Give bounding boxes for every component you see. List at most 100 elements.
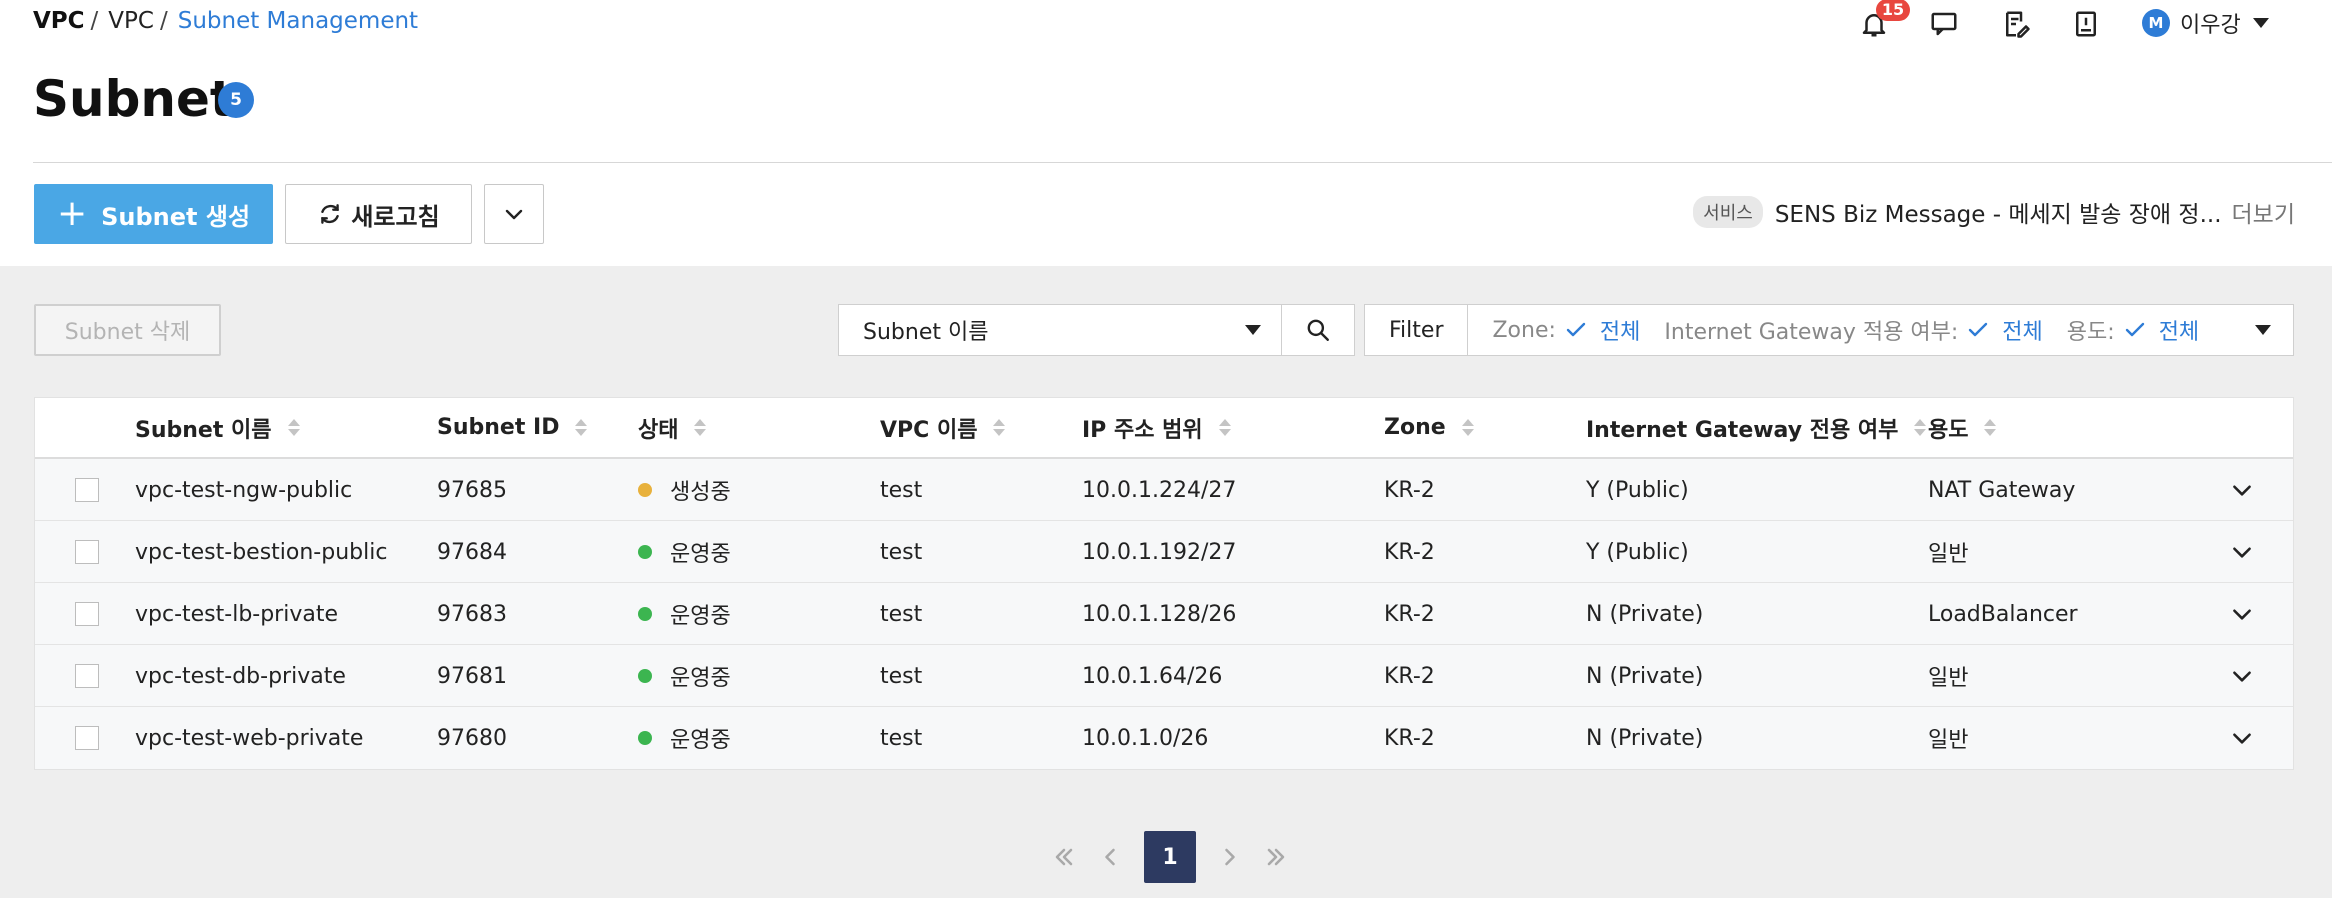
breadcrumb-vpc[interactable]: VPC — [108, 8, 154, 34]
search-field-value: Subnet 이름 — [863, 320, 989, 345]
chevron-down-icon — [2233, 485, 2251, 496]
subnet-count-badge: 5 — [218, 82, 254, 118]
filter-label[interactable]: Filter — [1365, 305, 1469, 355]
row-checkbox[interactable] — [75, 664, 99, 688]
cell-internet-gateway: Y (Public) — [1586, 539, 1689, 565]
cell-usage: 일반 — [1928, 728, 1969, 753]
column-header-subnet-id[interactable]: Subnet ID — [437, 398, 588, 457]
breadcrumb: VPC / VPC / Subnet Management — [33, 8, 418, 34]
table-row[interactable]: vpc-test-db-private 97681 운영중 test 10.0.… — [35, 645, 2293, 707]
expand-row-button[interactable] — [2212, 707, 2272, 769]
status-dot — [638, 731, 652, 745]
status-dot — [638, 669, 652, 683]
prev-page-icon[interactable] — [1090, 837, 1130, 877]
notice-text[interactable]: SENS Biz Message - 메세지 발송 장애 정... — [1775, 195, 2222, 229]
filter-value: 전체 — [1599, 320, 1641, 345]
column-header-subnet-name[interactable]: Subnet 이름 — [135, 398, 300, 457]
column-label: Internet Gateway 전용 여부 — [1586, 417, 1899, 443]
refresh-button[interactable]: 새로고침 — [285, 184, 472, 244]
cell-status: 운영중 — [638, 521, 731, 583]
column-header-ip-range[interactable]: IP 주소 범위 — [1082, 398, 1231, 457]
chevron-down-icon — [2233, 547, 2251, 558]
table-header: Subnet 이름 Subnet ID 상태 VPC 이름 IP 주소 범위 Z… — [35, 398, 2293, 459]
filter-value: 전체 — [2158, 320, 2200, 345]
sort-icon[interactable] — [993, 419, 1006, 436]
chat-icon[interactable] — [1926, 6, 1962, 42]
notification-count-badge: 15 — [1876, 0, 1910, 21]
cell-status: 운영중 — [638, 583, 731, 645]
cell-zone: KR-2 — [1384, 601, 1435, 627]
more-actions-dropdown[interactable] — [484, 184, 544, 244]
breadcrumb-root[interactable]: VPC — [33, 8, 85, 34]
create-subnet-button[interactable]: + Subnet 생성 — [34, 184, 273, 244]
pagination: 1 — [1044, 831, 1296, 883]
caret-down-icon — [1245, 325, 1261, 335]
sort-icon[interactable] — [1461, 419, 1474, 436]
status-label: 운영중 — [670, 666, 731, 691]
chevron-down-icon — [505, 209, 523, 220]
filter-bar[interactable]: Filter Zone: 전체 Internet Gateway 적용 여부: … — [1364, 304, 2294, 356]
search-field-select[interactable]: Subnet 이름 — [838, 304, 1282, 356]
sort-icon[interactable] — [1914, 419, 1927, 436]
status-label: 생성중 — [670, 480, 731, 505]
column-header-vpc-name[interactable]: VPC 이름 — [880, 398, 1006, 457]
table-row[interactable]: vpc-test-ngw-public 97685 생성중 test 10.0.… — [35, 459, 2293, 521]
sort-icon[interactable] — [575, 419, 588, 436]
row-checkbox[interactable] — [75, 726, 99, 750]
book-icon[interactable] — [2068, 6, 2104, 42]
breadcrumb-separator: / — [90, 8, 99, 34]
filter-key: 용도: — [2066, 320, 2115, 345]
caret-down-icon[interactable] — [2255, 325, 2271, 335]
sort-icon[interactable] — [1984, 419, 1997, 436]
cell-subnet-id: 97681 — [437, 663, 507, 689]
table-row[interactable]: vpc-test-lb-private 97683 운영중 test 10.0.… — [35, 583, 2293, 645]
row-checkbox[interactable] — [75, 540, 99, 564]
column-label: Subnet 이름 — [135, 417, 272, 443]
sort-icon[interactable] — [694, 419, 707, 436]
breadcrumb-current: Subnet Management — [177, 8, 419, 34]
check-icon — [2125, 322, 2144, 337]
refresh-label: 새로고침 — [351, 202, 440, 231]
cell-vpc-name: test — [880, 725, 923, 751]
expand-row-button[interactable] — [2212, 583, 2272, 645]
user-name: 이우강 — [2180, 13, 2241, 38]
expand-row-button[interactable] — [2212, 645, 2272, 707]
filter-zone[interactable]: Zone: 전체 — [1492, 314, 1640, 346]
page-current[interactable]: 1 — [1144, 831, 1196, 883]
delete-subnet-button[interactable]: Subnet 삭제 — [34, 304, 221, 356]
notice-more-link[interactable]: 더보기 — [2232, 195, 2295, 229]
column-header-status[interactable]: 상태 — [638, 398, 707, 457]
cell-ip-range: 10.0.1.224/27 — [1082, 477, 1237, 503]
table-row[interactable]: vpc-test-bestion-public 97684 운영중 test 1… — [35, 521, 2293, 583]
last-page-icon[interactable] — [1256, 837, 1296, 877]
cell-subnet-name: vpc-test-bestion-public — [135, 539, 388, 565]
sort-icon[interactable] — [287, 419, 300, 436]
column-header-usage[interactable]: 용도 — [1928, 398, 1997, 457]
memo-icon[interactable] — [1998, 6, 2034, 42]
filter-internet-gateway[interactable]: Internet Gateway 적용 여부: 전체 — [1664, 314, 2042, 346]
search-button[interactable] — [1281, 304, 1355, 356]
row-checkbox[interactable] — [75, 478, 99, 502]
sort-icon[interactable] — [1218, 419, 1231, 436]
service-notice[interactable]: 서비스 SENS Biz Message - 메세지 발송 장애 정... 더보… — [1693, 195, 2295, 229]
cell-vpc-name: test — [880, 663, 923, 689]
cell-ip-range: 10.0.1.192/27 — [1082, 539, 1237, 565]
cell-subnet-name: vpc-test-web-private — [135, 725, 364, 751]
cell-status: 운영중 — [638, 707, 731, 769]
expand-row-button[interactable] — [2212, 459, 2272, 521]
column-header-zone[interactable]: Zone — [1384, 398, 1474, 457]
cell-usage: LoadBalancer — [1928, 601, 2078, 627]
user-menu[interactable]: M 이우강 — [2142, 8, 2269, 38]
row-checkbox[interactable] — [75, 602, 99, 626]
breadcrumb-separator: / — [159, 8, 168, 34]
expand-row-button[interactable] — [2212, 521, 2272, 583]
cell-subnet-id: 97685 — [437, 477, 507, 503]
status-label: 운영중 — [670, 728, 731, 753]
next-page-icon[interactable] — [1210, 837, 1250, 877]
caret-down-icon — [2252, 18, 2269, 28]
table-row[interactable]: vpc-test-web-private 97680 운영중 test 10.0… — [35, 707, 2293, 769]
filter-usage[interactable]: 용도: 전체 — [2067, 314, 2199, 346]
first-page-icon[interactable] — [1044, 837, 1084, 877]
create-subnet-label: Subnet 생성 — [101, 202, 251, 231]
column-header-internet-gateway[interactable]: Internet Gateway 전용 여부 — [1586, 398, 1927, 457]
